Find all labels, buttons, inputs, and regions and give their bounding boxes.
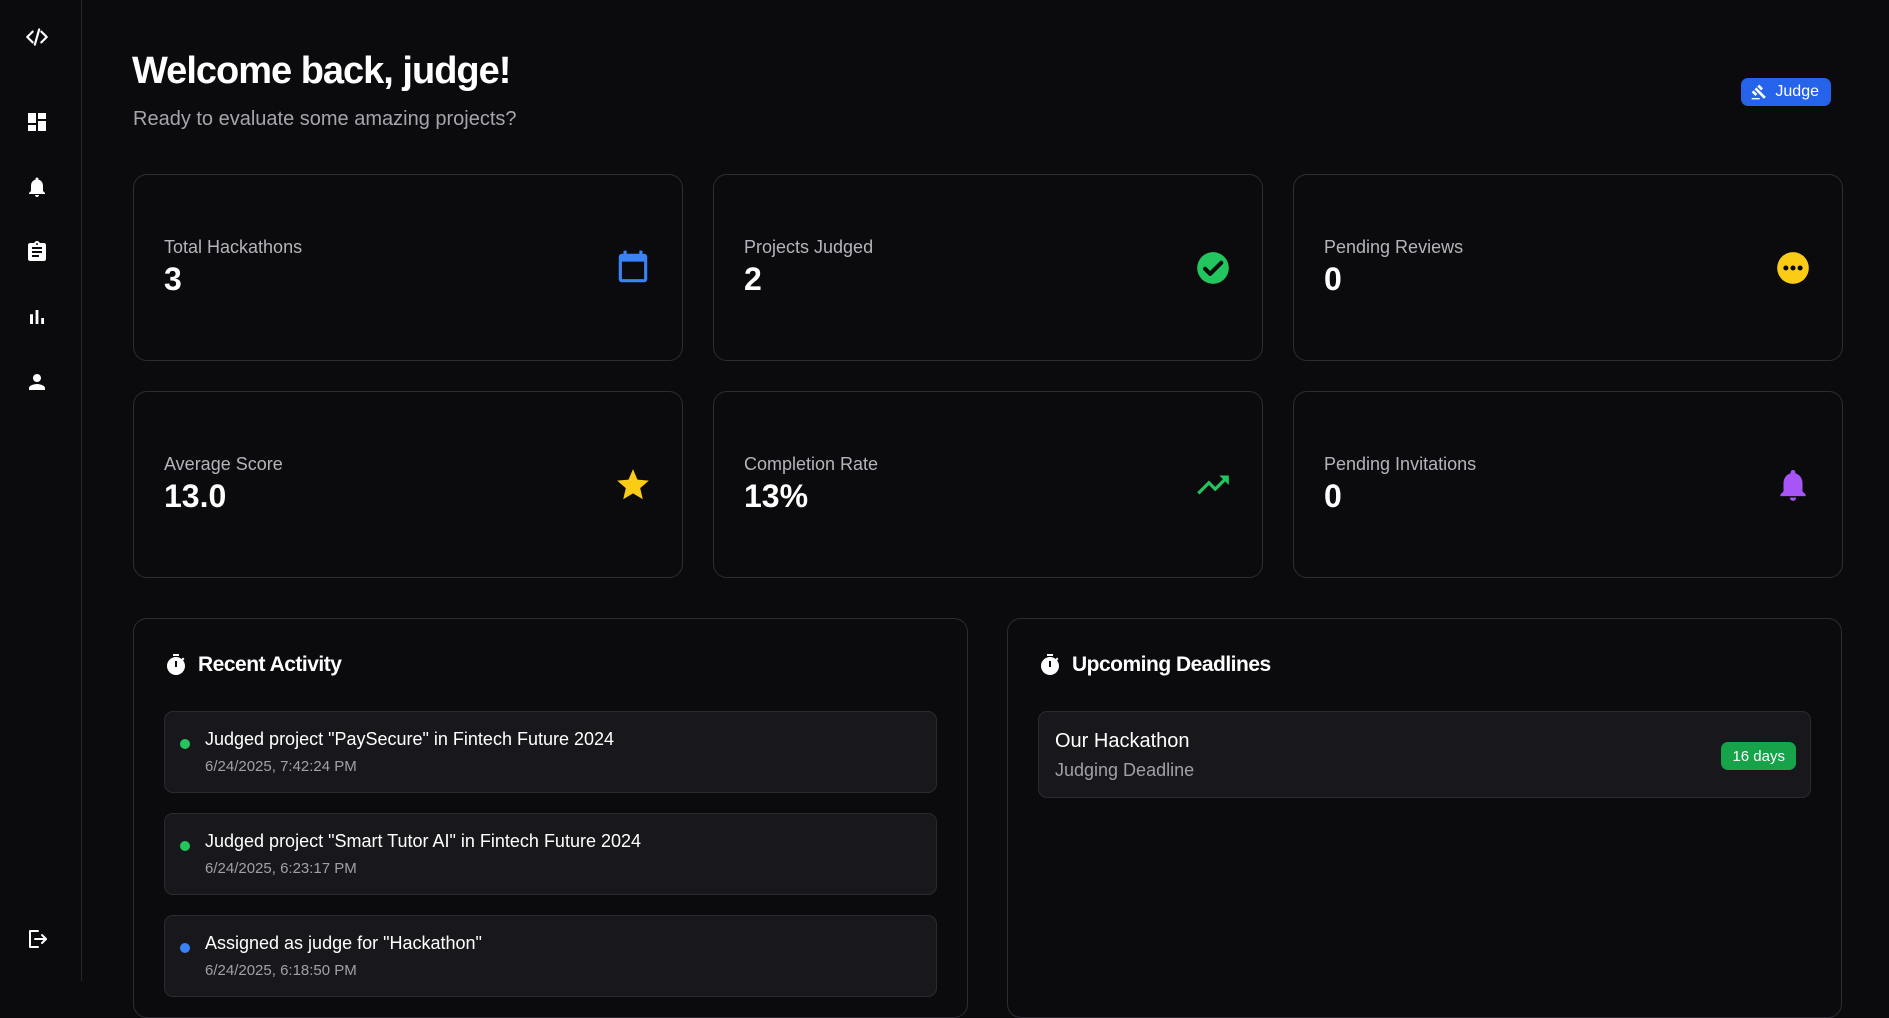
page-subtitle: Ready to evaluate some amazing projects? [133, 108, 517, 130]
activity-item[interactable]: Judged project "PaySecure" in Fintech Fu… [164, 711, 937, 793]
activity-item[interactable]: Assigned as judge for "Hackathon" 6/24/2… [164, 915, 937, 997]
recent-activity-title: Recent Activity [198, 653, 342, 676]
more-circle-icon [1777, 252, 1809, 284]
stat-value: 13.0 [164, 478, 227, 514]
stat-value: 2 [744, 261, 762, 297]
activity-item[interactable]: Judged project "Smart Tutor AI" in Finte… [164, 813, 937, 895]
timer-icon [1041, 654, 1059, 675]
activity-text: Judged project "PaySecure" in Fintech Fu… [205, 729, 615, 749]
status-dot [180, 841, 190, 851]
stat-value: 0 [1324, 261, 1342, 297]
bell-icon [1780, 469, 1806, 501]
upcoming-deadlines-panel: Upcoming Deadlines Our Hackathon Judging… [1007, 618, 1842, 1018]
bell-icon[interactable] [17, 167, 57, 207]
user-icon[interactable] [17, 362, 57, 402]
clipboard-icon[interactable] [17, 232, 57, 272]
stat-label: Pending Reviews [1324, 237, 1464, 257]
gavel-icon [1752, 84, 1767, 100]
stat-label: Average Score [164, 454, 283, 474]
deadline-item[interactable]: Our Hackathon Judging Deadline 16 days [1038, 711, 1811, 798]
stat-card-completion-rate: Completion Rate 13% [713, 391, 1263, 578]
deadline-type: Judging Deadline [1055, 760, 1195, 780]
stat-card-total-hackathons: Total Hackathons 3 [133, 174, 683, 361]
page-title: Welcome back, judge! [132, 50, 511, 92]
stat-label: Projects Judged [744, 237, 874, 257]
role-badge[interactable]: Judge [1741, 78, 1831, 106]
stat-card-pending-reviews: Pending Reviews 0 [1293, 174, 1843, 361]
main-content: Welcome back, judge! Ready to evaluate s… [82, 0, 1889, 1018]
role-badge-label: Judge [1775, 83, 1819, 100]
trending-up-icon [1197, 475, 1229, 495]
stat-card-projects-judged: Projects Judged 2 [713, 174, 1263, 361]
stat-label: Total Hackathons [164, 237, 303, 257]
activity-time: 6/24/2025, 6:18:50 PM [205, 962, 357, 979]
stat-card-average-score: Average Score 13.0 [133, 391, 683, 578]
activity-text: Judged project "Smart Tutor AI" in Finte… [205, 831, 642, 851]
check-circle-icon [1197, 252, 1229, 284]
stat-value: 3 [164, 261, 182, 297]
days-remaining-badge: 16 days [1721, 742, 1796, 770]
recent-activity-panel: Recent Activity Judged project "PaySecur… [133, 618, 968, 1018]
activity-time: 6/24/2025, 7:42:24 PM [205, 758, 357, 775]
upcoming-deadlines-header: Upcoming Deadlines [1038, 653, 1271, 677]
stat-value: 0 [1324, 478, 1342, 514]
sidebar [0, 0, 82, 981]
recent-activity-header: Recent Activity [164, 653, 342, 677]
code-icon[interactable] [17, 17, 57, 57]
deadline-name: Our Hackathon [1055, 730, 1190, 752]
activity-time: 6/24/2025, 6:23:17 PM [205, 860, 357, 877]
star-icon [617, 469, 649, 500]
timer-icon [167, 654, 185, 675]
stat-value: 13% [744, 478, 809, 514]
stat-card-pending-invitations: Pending Invitations 0 [1293, 391, 1843, 578]
status-dot [180, 739, 190, 749]
logout-icon[interactable] [17, 919, 57, 959]
stat-label: Pending Invitations [1324, 454, 1477, 474]
upcoming-deadlines-title: Upcoming Deadlines [1072, 653, 1271, 676]
bar-chart-icon[interactable] [17, 297, 57, 337]
activity-text: Assigned as judge for "Hackathon" [205, 933, 482, 953]
stat-label: Completion Rate [744, 454, 879, 474]
status-dot [180, 943, 190, 953]
calendar-icon [618, 250, 648, 283]
dashboard-icon[interactable] [17, 102, 57, 142]
